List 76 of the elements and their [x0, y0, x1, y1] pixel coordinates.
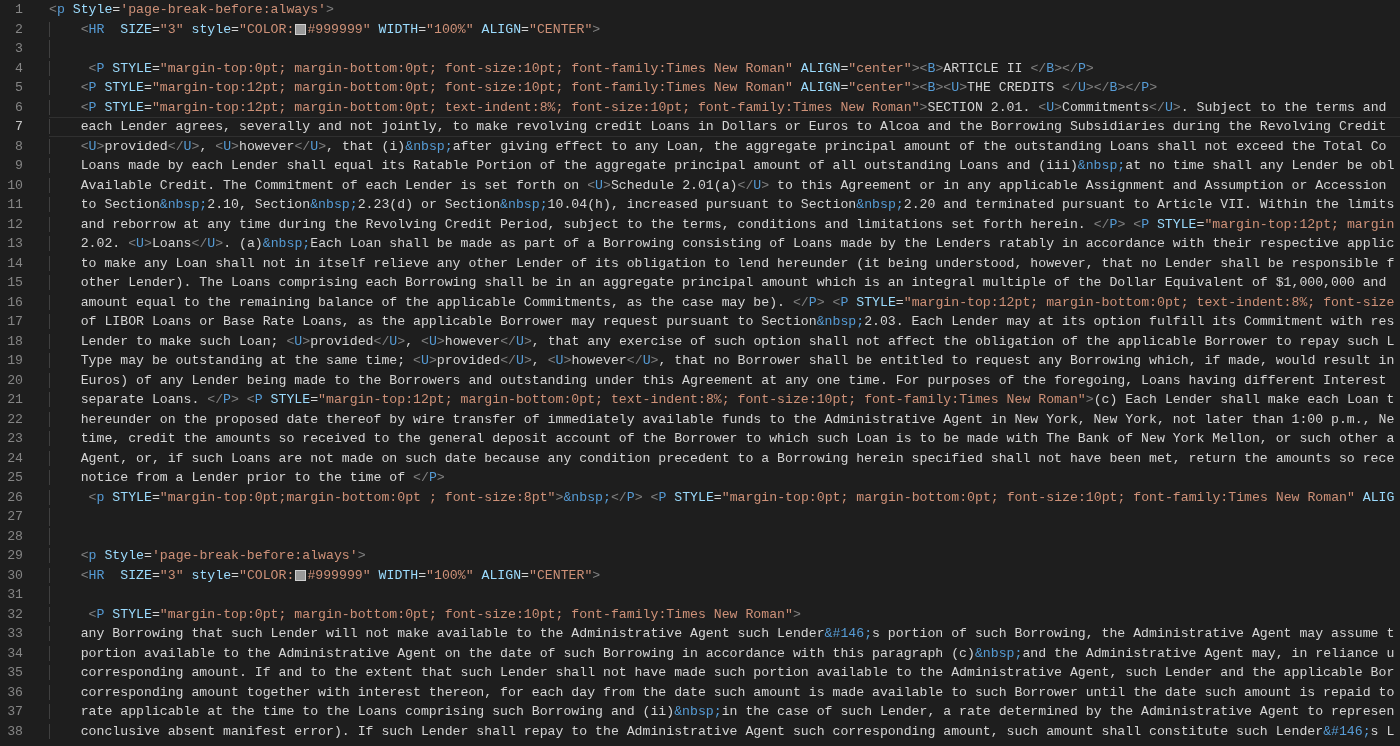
- code-line: time, credit the amounts so received to the general deposit account of the Borrower to which such Loan is to be made with The Bank of New York Mellon, or such other a: [49, 430, 1395, 448]
- line-number: 19: [6, 352, 23, 370]
- line-number: 35: [6, 664, 23, 682]
- code-line: <P STYLE="margin-top:0pt; margin-bottom:0pt; font-size:10pt; font-family:Times New Roman">: [49, 605, 801, 623]
- code-line: <p STYLE="margin-top:0pt;margin-bottom:0pt ; font-size:8pt">&nbsp;</P> <P STYLE="margin-top:0pt; margin-bottom:0pt; font-size:10pt; font-family:Times New Roman" ALIG: [49, 488, 1395, 506]
- line-number: 29: [6, 547, 23, 565]
- line-number: 25: [6, 469, 23, 487]
- line-number: 28: [6, 527, 23, 546]
- code-line: conclusive absent manifest error). If such Lender shall repay to the Administrative Agent such corresponding amount, such amount shall constitute such Lender&#146;s L: [49, 722, 1395, 740]
- color-swatch-icon[interactable]: [295, 569, 307, 581]
- code-line: Available Credit. The Commitment of each Lender is set forth on <U>Schedule 2.01(a)</U> to this Agreement or in any applicable Assignment and Assumption or Accession: [49, 176, 1387, 194]
- code-line: Lender to make such Loan; <U>provided</U>, <U>however</U>, that any exercise of such option shall not affect the obligation of the applicable Borrower to repay such L: [49, 332, 1395, 350]
- line-number: 27: [6, 508, 23, 526]
- line-number: 1: [14, 1, 23, 19]
- code-line: any Borrowing that such Lender will not make available to the Administrative Agent such Lender&#146;s portion of such Borrowing, the Administrative Agent may assume t: [49, 625, 1395, 643]
- code-line: other Lender). The Loans comprising each Borrowing shall be in an aggregate principal amount which is an integral multiple of the Dollar Equivalent of $1,000,000 and: [49, 274, 1387, 292]
- line-number: 10: [6, 176, 23, 195]
- code-line: notice from a Lender prior to the time of </P>: [49, 469, 445, 487]
- line-number: 12: [6, 215, 23, 234]
- line-number: 7: [14, 118, 23, 136]
- line-number: 11: [6, 196, 23, 214]
- code-line: to Section&nbsp;2.10, Section&nbsp;2.23(d) or Section&nbsp;10.04(h), increased pursuant to Section&nbsp;2.20 and terminated pursuant to Article VII. Within the limits: [49, 196, 1395, 214]
- line-number: 16: [6, 293, 23, 312]
- code-text: <HR SIZE="3" style="COLOR:: [49, 20, 295, 38]
- code-line: <P STYLE="margin-top:0pt; margin-bottom:0pt; font-size:10pt; font-family:Times New Roman" ALIGN="center"><B>ARTICLE II </B></P>: [49, 59, 1094, 77]
- line-number: 31: [6, 586, 23, 604]
- code-line: Type may be outstanding at the same time; <U>provided</U>, <U>however</U>, that no Borrower shall be entitled to request any Borrowing which, if made, would result in: [49, 352, 1395, 370]
- line-number: 18: [6, 332, 23, 351]
- code-text: #999999" WIDTH="100%" ALIGN="CENTER">: [307, 20, 601, 38]
- color-swatch-icon[interactable]: [295, 23, 307, 35]
- code-line: each Lender agrees, severally and not jointly, to make revolving credit Loans in Dollars or Euros to Alcoa and the Borrowing Subsidiaries during the Revolving Credit: [49, 118, 1387, 136]
- line-number: 3: [14, 40, 23, 58]
- line-number: 17: [6, 313, 23, 331]
- line-number: 13: [6, 235, 23, 253]
- code-line: <p Style='page-break-before:always'>: [49, 547, 366, 565]
- line-number: 36: [6, 683, 23, 702]
- line-number: 21: [6, 391, 23, 409]
- line-number: 23: [6, 430, 23, 448]
- code-line: amount equal to the remaining balance of the applicable Commitments, as the case may be). </P> <P STYLE="margin-top:12pt; margin-bottom:0pt; text-indent:8%; font-size: [49, 293, 1395, 311]
- code-line: to make any Loan shall not in itself relieve any other Lender of its obligation to lend hereunder (it being understood, however, that no Lender shall be responsible f: [49, 254, 1395, 272]
- line-number: 14: [6, 254, 23, 273]
- code-line: and reborrow at any time during the Revolving Credit Period, subject to the terms, conditions and limitations set forth herein. </P> <P STYLE="margin-top:12pt; margin: [49, 215, 1395, 233]
- code-line: Loans made by each Lender shall equal its Ratable Portion of the aggregate principal amount of all outstanding Loans and (iii)&nbsp;at no time shall any Lender be obl: [49, 157, 1395, 175]
- code-line: <P STYLE="margin-top:12pt; margin-bottom:0pt; text-indent:8%; font-size:10pt; font-family:Times New Roman">SECTION 2.01. <U>Commitments</U>. Subject to the terms and: [49, 98, 1387, 116]
- line-number: 30: [6, 566, 23, 585]
- code-line: 2.02. <U>Loans</U>. (a)&nbsp;Each Loan shall be made as part of a Borrowing consisting of Loans made by the Lenders ratably in accordance with their respective applic: [49, 235, 1395, 253]
- line-number: 2: [14, 20, 23, 39]
- line-number: 24: [6, 449, 23, 468]
- line-number: 8: [14, 137, 23, 156]
- code-line: Agent, or, if such Loans are not made on such date because any condition precedent to a Borrowing herein specified shall not have been met, return the amounts so rece: [49, 449, 1395, 467]
- line-number: 20: [6, 371, 23, 390]
- code-line: <p Style='page-break-before:always'>: [49, 1, 334, 19]
- line-number: 5: [14, 79, 23, 97]
- code-line: rate applicable at the time to the Loans comprising such Borrowing and (ii)&nbsp;in the case of such Lender, a rate determined by the Administrative Agent to represen: [49, 703, 1395, 721]
- line-number: 9: [14, 157, 23, 175]
- code-line: <P STYLE="margin-top:12pt; margin-bottom:0pt; font-size:10pt; font-family:Times New Roman" ALIGN="center"><B><U>THE CREDITS </U></B></P>: [49, 79, 1158, 97]
- line-number: 4: [14, 59, 23, 78]
- line-number: 6: [14, 98, 23, 117]
- line-number: 22: [6, 410, 23, 429]
- line-number: 26: [6, 488, 23, 507]
- code-line: portion available to the Administrative Agent on the date of such Borrowing in accordance with this paragraph (c)&nbsp;and the Administrative Agent may, in reliance u: [49, 644, 1395, 662]
- line-number: 15: [6, 274, 23, 292]
- line-number: 33: [6, 625, 23, 643]
- code-text: #999999" WIDTH="100%" ALIGN="CENTER">: [307, 566, 601, 584]
- code-line: corresponding amount. If and to the extent that such Lender shall not have made such portion available to the Administrative Agent, such Lender and the applicable Bor: [49, 664, 1395, 682]
- code-line: of LIBOR Loans or Base Rate Loans, as the applicable Borrower may request pursuant to Section&nbsp;2.03. Each Lender may at its option fulfill its Commitment with res: [49, 313, 1395, 331]
- code-text: <HR SIZE="3" style="COLOR:: [49, 566, 295, 584]
- line-number: 34: [6, 644, 23, 663]
- line-number: 32: [6, 605, 23, 624]
- code-line: hereunder on the proposed date thereof by wire transfer of immediately available funds to the Administrative Agent in New York, New York, not later than 1:00 p.m., Ne: [49, 410, 1395, 428]
- code-line: separate Loans. </P> <P STYLE="margin-top:12pt; margin-bottom:0pt; text-indent:8%; font-size:10pt; font-family:Times New Roman">(c) Each Lender shall make each Loan t: [49, 391, 1395, 409]
- code-line: Euros) of any Lender being made to the Borrowers and outstanding under this Agreement at any one time. For purposes of the foregoing, Loans having different Interest: [49, 371, 1387, 389]
- code-line: <U>provided</U>, <U>however</U>, that (i)&nbsp;after giving effect to any Loan, the aggregate principal amount of the outstanding Loans shall not exceed the Total Co: [49, 137, 1387, 155]
- line-number: 38: [6, 722, 23, 741]
- code-line: corresponding amount together with interest thereon, for each day from the date such amount is made available to such Borrower until the date such amount is repaid to: [49, 683, 1395, 701]
- line-number: 37: [6, 703, 23, 721]
